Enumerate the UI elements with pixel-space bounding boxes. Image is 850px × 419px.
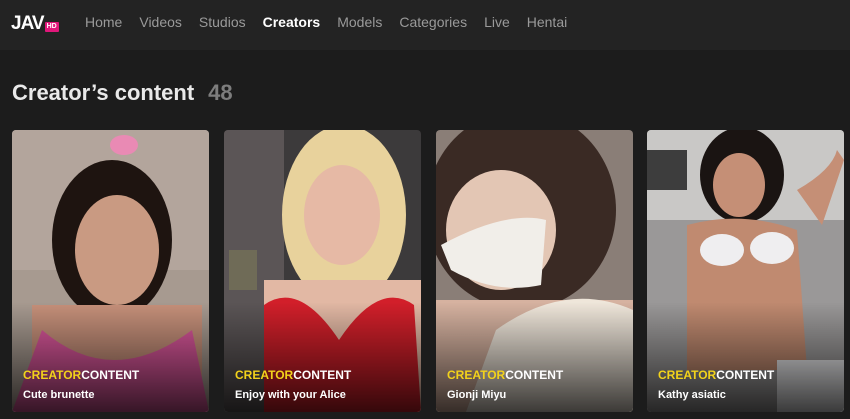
main-nav: Home Videos Studios Creators Models Cate… <box>85 0 584 44</box>
nav-item-hentai[interactable]: Hentai <box>527 14 567 30</box>
card-brand-label: CREATORCONTENT <box>235 368 352 382</box>
card-brand-label: CREATORCONTENT <box>658 368 775 382</box>
creator-card[interactable]: CREATORCONTENT Enjoy with your Alice <box>224 130 421 412</box>
card-title: Cute brunette <box>23 389 95 401</box>
nav-item-studios[interactable]: Studios <box>199 14 246 30</box>
card-title: Gionji Miyu <box>447 389 507 401</box>
creator-card[interactable]: CREATORCONTENT Gionji Miyu <box>436 130 633 412</box>
card-brand-label: CREATORCONTENT <box>447 368 564 382</box>
card-title: Kathy asiatic <box>658 389 726 401</box>
logo-badge: HD <box>44 22 59 32</box>
top-navigation-bar: JAV HD Home Videos Studios Creators Mode… <box>0 0 850 50</box>
nav-item-models[interactable]: Models <box>337 14 382 30</box>
nav-item-home[interactable]: Home <box>85 14 122 30</box>
nav-item-videos[interactable]: Videos <box>139 14 182 30</box>
nav-item-categories[interactable]: Categories <box>399 14 467 30</box>
card-title: Enjoy with your Alice <box>235 389 346 401</box>
card-brand-label: CREATORCONTENT <box>23 368 140 382</box>
site-logo[interactable]: JAV HD <box>11 13 59 35</box>
content-count: 48 <box>208 80 233 105</box>
creator-card[interactable]: CREATORCONTENT Cute brunette <box>12 130 209 412</box>
logo-text: JAV <box>11 13 45 34</box>
creator-card[interactable]: CREATORCONTENT Kathy asiatic <box>647 130 844 412</box>
page-title: Creator’s content <box>12 80 195 105</box>
section-heading: Creator’s content 48 <box>12 80 233 106</box>
nav-item-creators[interactable]: Creators <box>263 14 321 30</box>
nav-item-live[interactable]: Live <box>484 14 510 30</box>
